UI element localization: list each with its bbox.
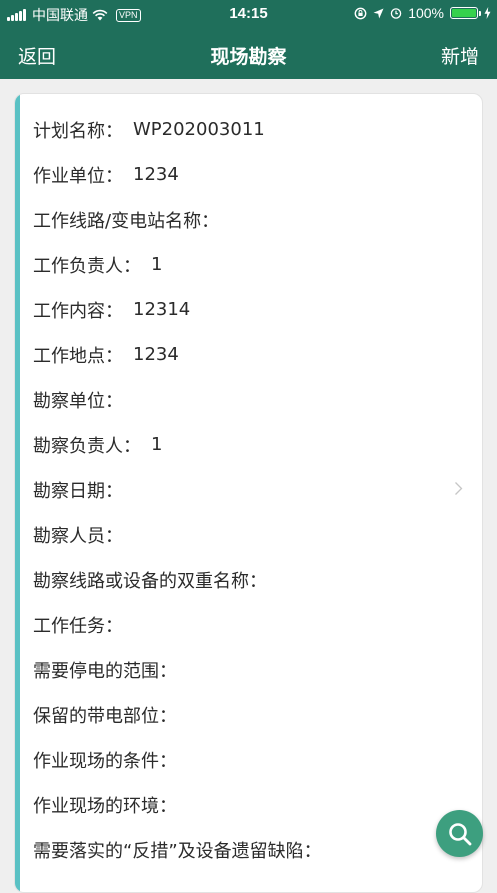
location-icon xyxy=(373,8,384,18)
field-list: 计划名称： WP202003011 作业单位： 1234 工作线路/变电站名称：… xyxy=(33,107,472,872)
field-label: 工作线路/变电站名称： xyxy=(33,210,220,232)
field-survey-leader: 勘察负责人： 1 xyxy=(33,422,472,467)
field-value: WP202003011 xyxy=(133,119,265,140)
field-outage-scope: 需要停电的范围： xyxy=(33,647,472,692)
battery-fill xyxy=(452,9,476,17)
field-site-conditions: 作业现场的条件： xyxy=(33,737,472,782)
chevron-right-icon[interactable] xyxy=(451,481,466,496)
field-label: 勘察日期： xyxy=(33,480,123,502)
field-label: 勘察线路或设备的双重名称： xyxy=(33,570,267,592)
battery-icon xyxy=(450,7,481,19)
survey-card: 计划名称： WP202003011 作业单位： 1234 工作线路/变电站名称：… xyxy=(14,93,483,893)
card-accent-bar xyxy=(15,94,20,892)
field-label: 工作地点： xyxy=(33,345,123,367)
field-work-leader: 工作负责人： 1 xyxy=(33,242,472,287)
field-survey-unit: 勘察单位： xyxy=(33,377,472,422)
field-label: 工作负责人： xyxy=(33,255,141,277)
charging-icon xyxy=(484,7,491,19)
field-label: 需要停电的范围： xyxy=(33,660,177,682)
field-label: 作业单位： xyxy=(33,165,123,187)
field-work-location: 工作地点： 1234 xyxy=(33,332,472,377)
status-right: 100% xyxy=(354,5,491,21)
field-work-task: 工作任务： xyxy=(33,602,472,647)
nav-bar: 返回 现场勘察 新增 xyxy=(0,29,497,79)
search-button[interactable] xyxy=(436,810,483,857)
field-value: 12314 xyxy=(133,299,191,320)
field-label: 工作任务： xyxy=(33,615,123,637)
field-value: 1234 xyxy=(133,344,179,365)
field-dual-name: 勘察线路或设备的双重名称： xyxy=(33,557,472,602)
field-survey-members: 勘察人员： xyxy=(33,512,472,557)
field-label: 作业现场的环境： xyxy=(33,795,177,817)
battery-percent: 100% xyxy=(408,5,444,21)
page-title: 现场勘察 xyxy=(210,46,287,68)
field-survey-date[interactable]: 勘察日期： xyxy=(33,467,472,512)
alarm-icon xyxy=(390,8,402,19)
field-work-content: 工作内容： 12314 xyxy=(33,287,472,332)
field-countermeasures: 需要落实的“反措”及设备遗留缺陷： xyxy=(33,827,472,872)
status-bar: 中国联通 VPN 14:15 100% xyxy=(0,0,497,29)
field-work-unit: 作业单位： 1234 xyxy=(33,152,472,197)
field-label: 勘察人员： xyxy=(33,525,123,547)
field-label: 需要落实的“反措”及设备遗留缺陷： xyxy=(33,840,322,862)
field-label: 计划名称： xyxy=(33,120,123,142)
field-label: 工作内容： xyxy=(33,300,123,322)
field-value: 1 xyxy=(151,434,163,455)
field-label: 保留的带电部位： xyxy=(33,705,177,727)
field-label: 勘察单位： xyxy=(33,390,123,412)
field-plan-name: 计划名称： WP202003011 xyxy=(33,107,472,152)
rotation-lock-icon xyxy=(354,7,367,19)
field-live-parts: 保留的带电部位： xyxy=(33,692,472,737)
field-value: 1 xyxy=(151,254,163,275)
field-value: 1234 xyxy=(133,164,179,185)
field-line-substation: 工作线路/变电站名称： xyxy=(33,197,472,242)
field-site-environment: 作业现场的环境： xyxy=(33,782,472,827)
add-button[interactable]: 新增 xyxy=(441,42,479,69)
search-icon xyxy=(448,822,471,845)
field-label: 作业现场的条件： xyxy=(33,750,177,772)
field-label: 勘察负责人： xyxy=(33,435,141,457)
